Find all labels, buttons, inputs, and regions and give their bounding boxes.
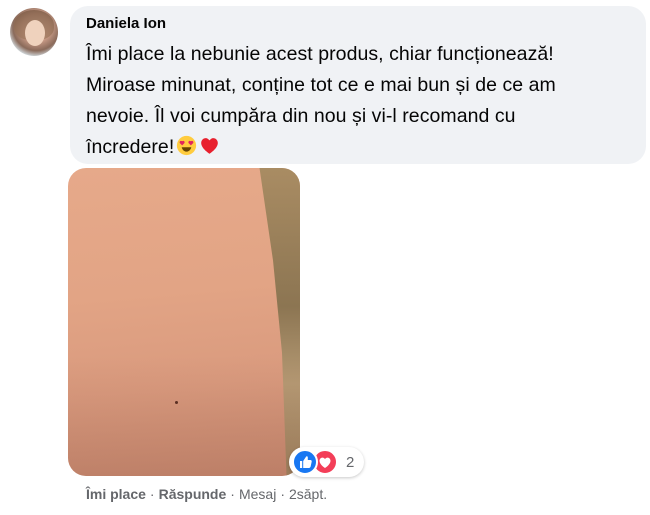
like-icon (292, 449, 318, 475)
reactions-summary[interactable]: 2 (289, 447, 365, 477)
photo-shade (68, 356, 300, 476)
comment-line: Îmi place la nebunie acest produs, chiar… (86, 43, 554, 65)
comment-bubble: Daniela Ion Îmi place la nebunie acest p… (70, 6, 646, 164)
comment-line: Miroase minunat, conține tot ce e mai bu… (86, 74, 556, 96)
reaction-count: 2 (346, 453, 355, 471)
comment-author[interactable]: Daniela Ion (86, 15, 166, 33)
avatar[interactable] (10, 8, 58, 56)
reply-button[interactable]: Răspunde (159, 486, 227, 502)
timestamp[interactable]: 2săpt. (289, 486, 327, 502)
comment-line-last: încredere! (86, 132, 632, 163)
separator: · (149, 486, 155, 502)
comment-line: nevoie. Îl voi cumpăra din nou și vi-l r… (86, 105, 516, 127)
avatar-face (25, 20, 45, 46)
comment-actions: Îmi place · Răspunde · Mesaj · 2săpt. (86, 486, 327, 502)
comment-line: încredere! (86, 136, 175, 158)
red-heart-emoji (201, 138, 219, 154)
photo-skin-mark (175, 401, 178, 404)
message-link[interactable]: Mesaj (239, 486, 276, 502)
attached-photo[interactable] (68, 168, 300, 476)
like-button[interactable]: Îmi place (86, 486, 146, 502)
separator: · (230, 486, 235, 502)
comment-text: Îmi place la nebunie acest produs, chiar… (86, 39, 632, 163)
separator: · (280, 486, 285, 502)
heart-eyes-emoji (177, 135, 197, 156)
